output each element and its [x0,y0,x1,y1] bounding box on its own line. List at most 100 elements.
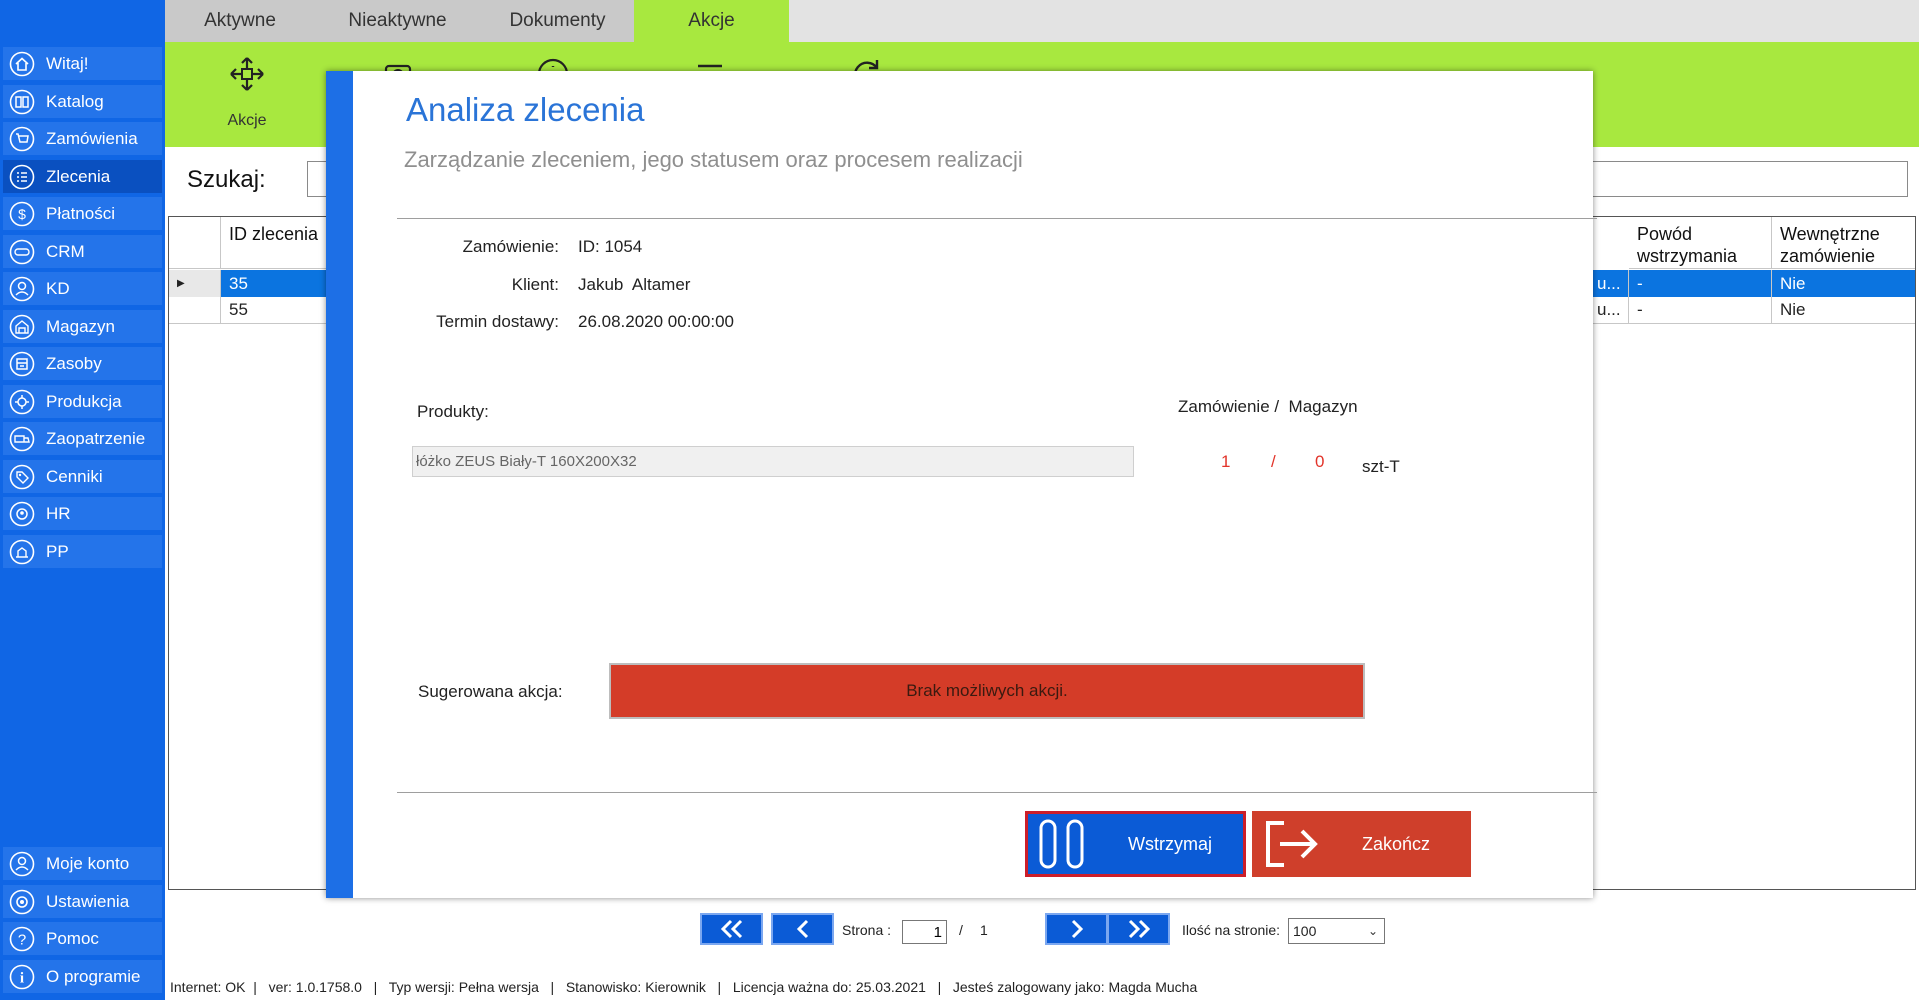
per-page-value: 100 [1293,923,1317,939]
hold-button-label: Wstrzymaj [1128,833,1212,854]
sidebar-item-zamowienia[interactable]: Zamówienia [3,122,162,155]
stock-quantity: 0 [1315,452,1325,471]
tab-akcje[interactable]: Akcje [634,0,789,42]
sidebar-item-katalog[interactable]: Katalog [3,85,162,118]
sidebar-item-label: Witaj! [46,53,89,73]
grid-row-header-corner [169,217,221,269]
sidebar-item-witaj[interactable]: Witaj! [3,47,162,80]
sidebar-item-label: Katalog [46,91,104,111]
cell-truncated: u... [1589,270,1629,297]
sidebar-item-label: Płatności [46,203,115,223]
column-header-reason[interactable]: Powód wstrzymania [1629,217,1772,269]
double-chevron-right-icon [1128,919,1150,939]
suggested-action-label: Sugerowana akcja: [418,682,563,701]
sidebar-item-label: Cenniki [46,466,103,486]
per-page-label: Ilość na stronie: [1182,922,1281,938]
hold-button[interactable]: Wstrzymaj [1025,811,1246,877]
sidebar-item-label: PP [46,541,69,561]
actions-button-label: Akcje [227,112,267,129]
divider [397,792,1597,793]
dollar-icon: $ [9,201,35,227]
chevron-down-icon: ⌄ [1367,924,1378,938]
last-page-button[interactable] [1107,913,1170,945]
cart-icon [9,126,35,152]
tab-aktywne[interactable]: Aktywne [165,0,315,42]
page-number-input[interactable] [902,920,947,944]
cell-internal: Nie [1772,297,1915,324]
actions-button[interactable]: Akcje [207,48,287,143]
row-selector[interactable]: ▶ [169,270,221,297]
sidebar-item-zasoby[interactable]: Zasoby [3,347,162,380]
finish-button-label: Zakończ [1362,833,1431,854]
delivery-value: 26.08.2020 00:00:00 [578,312,734,331]
chevron-left-icon [796,919,808,939]
sidebar-item-zaopatrzenie[interactable]: Zaopatrzenie [3,422,162,455]
sidebar-item-zlecenia[interactable]: Zlecenia [3,160,162,193]
sidebar-item-label: Pomoc [46,928,99,948]
sidebar-item-label: Zasoby [46,353,102,373]
svg-text:$: $ [18,206,26,222]
order-value: ID: 1054 [578,237,643,256]
next-page-button[interactable] [1045,913,1108,945]
total-pages: 1 [980,922,988,938]
row-pointer-icon: ▶ [177,278,185,289]
sidebar-item-cenniki[interactable]: Cenniki [3,460,162,493]
sidebar-item-hr[interactable]: HR [3,497,162,530]
cell-internal: Nie [1772,270,1915,297]
svg-text:?: ? [18,931,26,948]
unit-label: szt-T [1362,457,1400,476]
cell-reason: - [1629,297,1772,324]
sidebar-item-label: Zamówienia [46,128,138,148]
sidebar-item-label: KD [46,278,70,298]
order-label: Zamówienie: [462,237,559,256]
person-icon [9,276,35,302]
page-label: Strona : [842,922,892,938]
sidebar: Witaj! Katalog Zamówienia Zlecenia $ Pła… [0,0,165,1000]
exit-icon [1266,821,1318,867]
tab-nieaktywne[interactable]: Nieaktywne [315,0,480,42]
suggested-action-box: Brak możliwych akcji. [609,663,1365,719]
finish-button[interactable]: Zakończ [1252,811,1471,877]
product-name-field: łóżko ZEUS Biały-T 160X200X32 [412,446,1134,477]
sidebar-item-moje-konto[interactable]: Moje konto [3,847,162,880]
sidebar-item-label: O programie [46,966,141,986]
double-chevron-left-icon [720,919,742,939]
sidebar-item-pp[interactable]: PP [3,535,162,568]
sidebar-item-produkcja[interactable]: Produkcja [3,385,162,418]
client-value: Jakub Altamer [578,275,691,294]
sidebar-item-pomoc[interactable]: ? Pomoc [3,922,162,955]
column-header-internal[interactable]: Wewnętrzne zamówienie [1772,217,1915,269]
home-icon [9,51,35,77]
sidebar-item-kd[interactable]: KD [3,272,162,305]
box-icon [9,351,35,377]
prev-page-button[interactable] [771,913,834,945]
suggested-action-text: Brak możliwych akcji. [906,681,1068,700]
divider [397,218,1597,219]
quantity-separator: / [1271,452,1276,471]
sidebar-item-o-programie[interactable]: i O programie [3,960,162,993]
first-page-button[interactable] [700,913,763,945]
sidebar-item-label: Zaopatrzenie [46,428,146,448]
sidebar-item-magazyn[interactable]: Magazyn [3,310,162,343]
account-icon [9,851,35,877]
sidebar-item-label: CRM [46,241,85,261]
sidebar-item-crm[interactable]: CRM [3,235,162,268]
per-page-select[interactable]: 100 ⌄ [1288,918,1385,944]
book-icon [9,89,35,115]
delivery-label: Termin dostawy: [436,312,559,331]
truck-icon [9,426,35,452]
row-selector[interactable] [169,297,221,324]
sidebar-item-ustawienia[interactable]: Ustawienia [3,885,162,918]
sidebar-item-label: Moje konto [46,853,130,873]
tab-dokumenty[interactable]: Dokumenty [480,0,635,42]
cell-reason: - [1629,270,1772,297]
sidebar-item-platnosci[interactable]: $ Płatności [3,197,162,230]
list-icon [9,164,35,190]
tab-bar: Aktywne Nieaktywne Dokumenty Akcje [165,0,1919,42]
tag-icon [9,464,35,490]
sidebar-item-label: Ustawienia [46,891,130,911]
warehouse-icon [9,314,35,340]
sidebar-item-label: Magazyn [46,316,115,336]
help-icon: ? [9,926,35,952]
pause-icon [1039,819,1084,869]
